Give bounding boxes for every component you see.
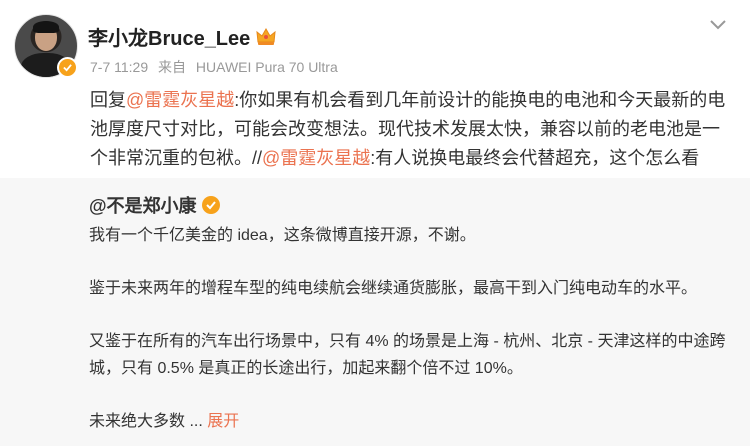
mention-link-2[interactable]: @雷霆灰星越 <box>262 148 370 168</box>
dropdown-chevron-icon[interactable] <box>708 18 728 32</box>
avatar[interactable] <box>14 14 78 78</box>
post-meta: 7-7 11:29 来自 HUAWEI Pura 70 Ultra <box>90 57 344 77</box>
repost-paragraph-3: 又鉴于在所有的汽车出行场景中，只有 4% 的场景是上海 - 杭州、北京 - 天津… <box>89 333 726 377</box>
repost-author-name[interactable]: @不是郑小康 <box>89 192 197 218</box>
author-name[interactable]: 李小龙Bruce_Lee <box>88 22 276 51</box>
avatar-hair-shape <box>33 21 59 33</box>
weibo-post: 李小龙Bruce_Lee 7-7 11:29 来自 HUAWEI Pura 70… <box>0 0 750 446</box>
repost-paragraph-4-text: 未来绝大多数 <box>89 413 186 430</box>
post-text-part2: :有人说换电最终会代替超充，这个怎么看 <box>370 148 700 168</box>
crown-icon <box>256 27 276 46</box>
repost-block[interactable]: @不是郑小康 我有一个千亿美金的 idea，这条微博直接开源，不谢。 鉴于未来两… <box>0 178 750 446</box>
source-device: HUAWEI Pura 70 Ultra <box>195 59 338 75</box>
repost-paragraph-1: 我有一个千亿美金的 idea，这条微博直接开源，不谢。 <box>89 227 476 244</box>
ellipsis: ... <box>185 413 203 430</box>
post-time[interactable]: 7-7 11:29 <box>90 59 148 75</box>
source-prefix: 来自 <box>158 59 187 75</box>
orange-v-icon <box>201 196 220 214</box>
mention-link[interactable]: @雷霆灰星越 <box>126 90 234 110</box>
repost-text: 我有一个千亿美金的 idea，这条微博直接开源，不谢。 鉴于未来两年的增程车型的… <box>89 222 729 435</box>
verified-badge-icon <box>57 57 78 78</box>
reply-prefix: 回复 <box>90 90 126 110</box>
repost-paragraph-2: 鉴于未来两年的增程车型的纯电续航会继续通货膨胀，最高干到入门纯电动车的水平。 <box>89 280 698 297</box>
repost-author[interactable]: @不是郑小康 <box>89 192 220 218</box>
repost-paragraph-4: 未来绝大多数 ... 展开 <box>89 408 729 435</box>
author-name-text[interactable]: 李小龙Bruce_Lee <box>88 22 250 51</box>
post-text: 回复@雷霆灰星越:你如果有机会看到几年前设计的能换电的电池和今天最新的电池厚度尺… <box>90 86 730 173</box>
expand-link[interactable]: 展开 <box>207 413 239 430</box>
